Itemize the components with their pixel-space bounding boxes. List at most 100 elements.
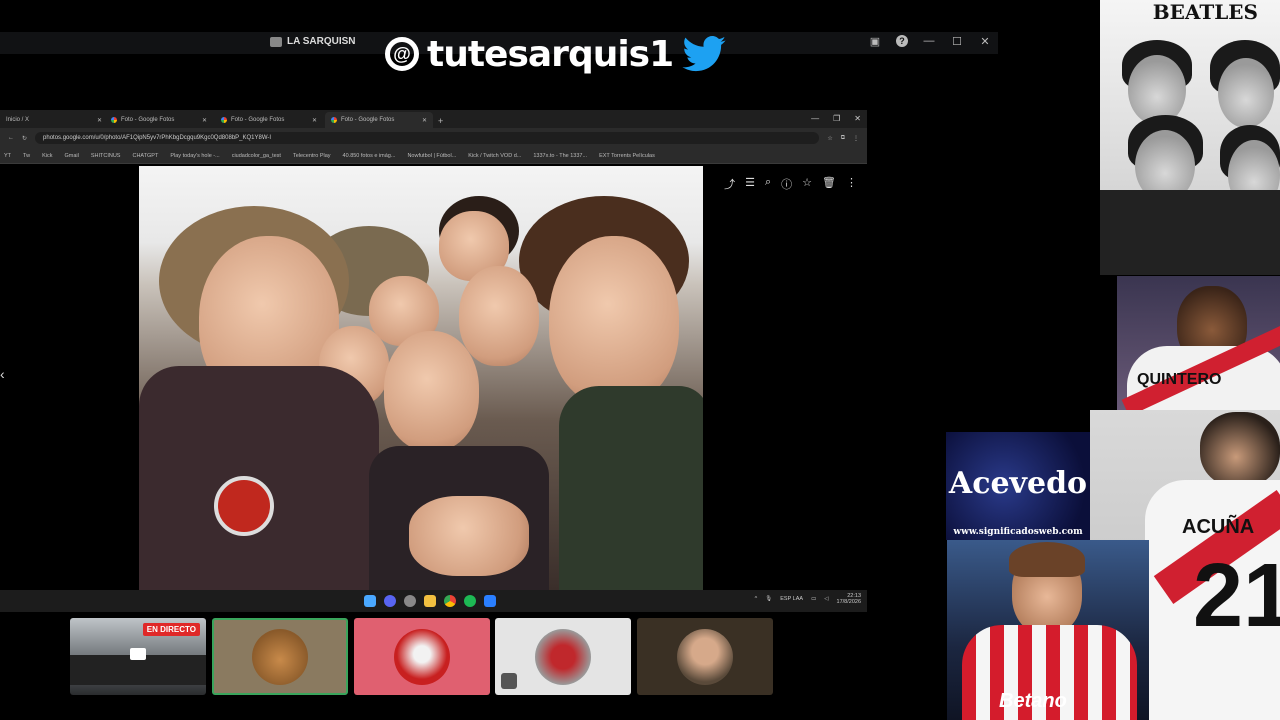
inbox-icon[interactable]: ▣ bbox=[868, 35, 882, 48]
reload-icon[interactable]: ↻ bbox=[22, 135, 27, 142]
previous-photo-icon[interactable]: ‹ bbox=[0, 366, 5, 382]
bookmark-item[interactable]: Gmail bbox=[64, 153, 78, 159]
network-icon[interactable]: ▭ bbox=[811, 596, 816, 602]
acevedo-site: www.significadosweb.com bbox=[953, 527, 1083, 537]
bookmark-item[interactable]: Tw bbox=[23, 153, 30, 159]
folder-icon[interactable] bbox=[424, 595, 436, 607]
participant-tile-red[interactable] bbox=[354, 618, 490, 695]
maximize-button[interactable]: ☐ bbox=[950, 35, 964, 48]
close-button[interactable]: ✕ bbox=[978, 35, 992, 48]
google-photos-icon bbox=[111, 117, 117, 123]
info-icon[interactable]: ⓘ bbox=[781, 176, 792, 192]
bookmark-item[interactable]: YT bbox=[4, 153, 11, 159]
bookmark-item[interactable]: Nowfutbol | Fútbol... bbox=[407, 153, 456, 159]
menu-icon[interactable]: ⋮ bbox=[853, 135, 859, 142]
close-tab-icon[interactable]: ✕ bbox=[202, 117, 207, 124]
language-indicator[interactable]: ESP LAA bbox=[780, 596, 803, 602]
spotify-icon[interactable] bbox=[464, 595, 476, 607]
google-photos-icon bbox=[221, 117, 227, 123]
beatles-title: BEATLES bbox=[1152, 0, 1258, 24]
search-icon[interactable] bbox=[404, 595, 416, 607]
beatles-image: BEATLES bbox=[1100, 0, 1280, 275]
participant-tile-man[interactable] bbox=[637, 618, 773, 695]
sponsor-logo: Betano bbox=[999, 690, 1067, 712]
server-name: LA SARQUISN bbox=[287, 36, 356, 47]
zoom-icon[interactable]: ⌕ bbox=[765, 176, 771, 192]
bookmark-item[interactable]: Telecentro Play bbox=[293, 153, 331, 159]
taskbar-apps bbox=[364, 595, 496, 607]
jersey-name: ACUÑA bbox=[1182, 516, 1255, 538]
server-header[interactable]: LA SARQUISN bbox=[270, 36, 356, 47]
bookmark-item[interactable]: 40.850 fotos e imág... bbox=[343, 153, 396, 159]
bookmark-item[interactable]: SHITCINUS bbox=[91, 153, 121, 159]
avatar bbox=[535, 628, 591, 685]
minimize-button[interactable]: — bbox=[811, 114, 819, 123]
windows-taskbar: ^ 🎙 ESP LAA ▭ ◁ 22:13 17/8/2026 bbox=[0, 590, 867, 612]
avatar bbox=[394, 628, 450, 685]
new-tab-button[interactable]: + bbox=[436, 112, 450, 128]
help-icon[interactable]: ? bbox=[896, 35, 908, 47]
tab-photos-1[interactable]: Foto - Google Fotos ✕ bbox=[105, 112, 213, 128]
acevedo-title: Acevedo bbox=[948, 466, 1088, 501]
acevedo-image: Acevedo www.significadosweb.com bbox=[946, 432, 1090, 540]
participant-tile-dog[interactable] bbox=[212, 618, 348, 695]
participant-tile-stream[interactable]: EN DIRECTO bbox=[70, 618, 206, 695]
participant-tile-gray[interactable] bbox=[495, 618, 631, 695]
twitter-bird-icon bbox=[682, 36, 726, 72]
handle-text: tutesarquis1 bbox=[427, 33, 674, 75]
address-bar-row: ← ↻ photos.google.com/u/0/photo/AF1QipN5… bbox=[0, 128, 867, 148]
viewer-toolbar: ⤴ ☰ ⌕ ⓘ ☆ 🗑 ⋮ bbox=[724, 176, 857, 192]
browser-window-controls: — ❐ ✕ bbox=[811, 114, 861, 123]
bookmark-item[interactable]: EXT Torrents Películas bbox=[599, 153, 655, 159]
window-controls: ▣ ? — ☐ ✕ bbox=[868, 35, 992, 48]
stream-handle-overlay: @ tutesarquis1 bbox=[385, 28, 727, 80]
close-tab-icon[interactable]: ✕ bbox=[97, 117, 102, 124]
steam-icon[interactable] bbox=[484, 595, 496, 607]
tab-strip: Inicio / X ✕ Foto - Google Fotos ✕ Foto - … bbox=[0, 110, 867, 128]
photo-viewer: ‹ ⤴ ☰ ⌕ ⓘ ☆ 🗑 ⋮ bbox=[0, 166, 867, 590]
tab-photos-2[interactable]: Foto - Google Fotos ✕ bbox=[215, 112, 323, 128]
close-button[interactable]: ✕ bbox=[854, 114, 861, 123]
clock[interactable]: 22:13 17/8/2026 bbox=[837, 593, 861, 605]
url-field[interactable]: photos.google.com/u/0/photo/AF1QipN5yv7r… bbox=[35, 132, 820, 144]
start-icon[interactable] bbox=[364, 595, 376, 607]
tab-x[interactable]: Inicio / X ✕ bbox=[0, 112, 108, 128]
server-icon bbox=[270, 36, 282, 47]
more-icon[interactable]: ⋮ bbox=[846, 176, 857, 192]
screen-share-icon bbox=[130, 648, 146, 660]
back-icon[interactable]: ← bbox=[8, 135, 14, 141]
avatar bbox=[677, 628, 733, 685]
delete-icon[interactable]: 🗑 bbox=[822, 176, 836, 192]
bookmarks-bar: YT Tw Kick Gmail SHITCINUS CHATGPT Play … bbox=[0, 148, 867, 164]
close-tab-icon[interactable]: ✕ bbox=[312, 117, 317, 124]
bookmark-item[interactable]: CHATGPT bbox=[132, 153, 158, 159]
minimize-button[interactable]: — bbox=[922, 35, 936, 48]
edit-icon[interactable]: ☰ bbox=[745, 176, 755, 192]
close-tab-icon[interactable]: ✕ bbox=[422, 117, 427, 124]
tab-label: Foto - Google Fotos bbox=[341, 117, 395, 123]
volume-icon[interactable]: ◁ bbox=[824, 596, 828, 602]
bookmark-item[interactable]: Play today's hole -... bbox=[170, 153, 219, 159]
clock-date: 17/8/2026 bbox=[836, 599, 861, 605]
bookmark-star-icon[interactable]: ☆ bbox=[827, 135, 832, 142]
extensions-icon[interactable]: ⧉ bbox=[841, 135, 845, 142]
tab-photos-active[interactable]: Foto - Google Fotos ✕ bbox=[325, 112, 433, 128]
bookmark-item[interactable]: Kick / Twitch VOD d... bbox=[468, 153, 521, 159]
tab-label: Inicio / X bbox=[6, 117, 30, 123]
bookmark-item[interactable]: ciudadcolor_ga_test bbox=[232, 153, 281, 159]
bookmark-item[interactable]: Kick bbox=[42, 153, 52, 159]
restore-button[interactable]: ❐ bbox=[833, 114, 840, 123]
activity-icon bbox=[501, 673, 517, 689]
chrome-icon[interactable] bbox=[444, 595, 456, 607]
jersey-name: QUINTERO bbox=[1137, 371, 1222, 388]
tray-chevron-icon[interactable]: ^ bbox=[755, 596, 758, 602]
bookmark-item[interactable]: 1337x.to - The 1337... bbox=[533, 153, 587, 159]
microphone-icon[interactable]: 🎙 bbox=[765, 596, 772, 602]
share-icon[interactable]: ⤴ bbox=[724, 176, 735, 192]
star-icon[interactable]: ☆ bbox=[802, 176, 812, 192]
shared-screen-browser: Inicio / X ✕ Foto - Google Fotos ✕ Foto - … bbox=[0, 110, 867, 590]
group-selfie-photo bbox=[139, 166, 703, 590]
discord-icon[interactable] bbox=[384, 595, 396, 607]
player-quintero-image: QUINTERO bbox=[1117, 276, 1280, 410]
tab-label: Foto - Google Fotos bbox=[121, 117, 175, 123]
